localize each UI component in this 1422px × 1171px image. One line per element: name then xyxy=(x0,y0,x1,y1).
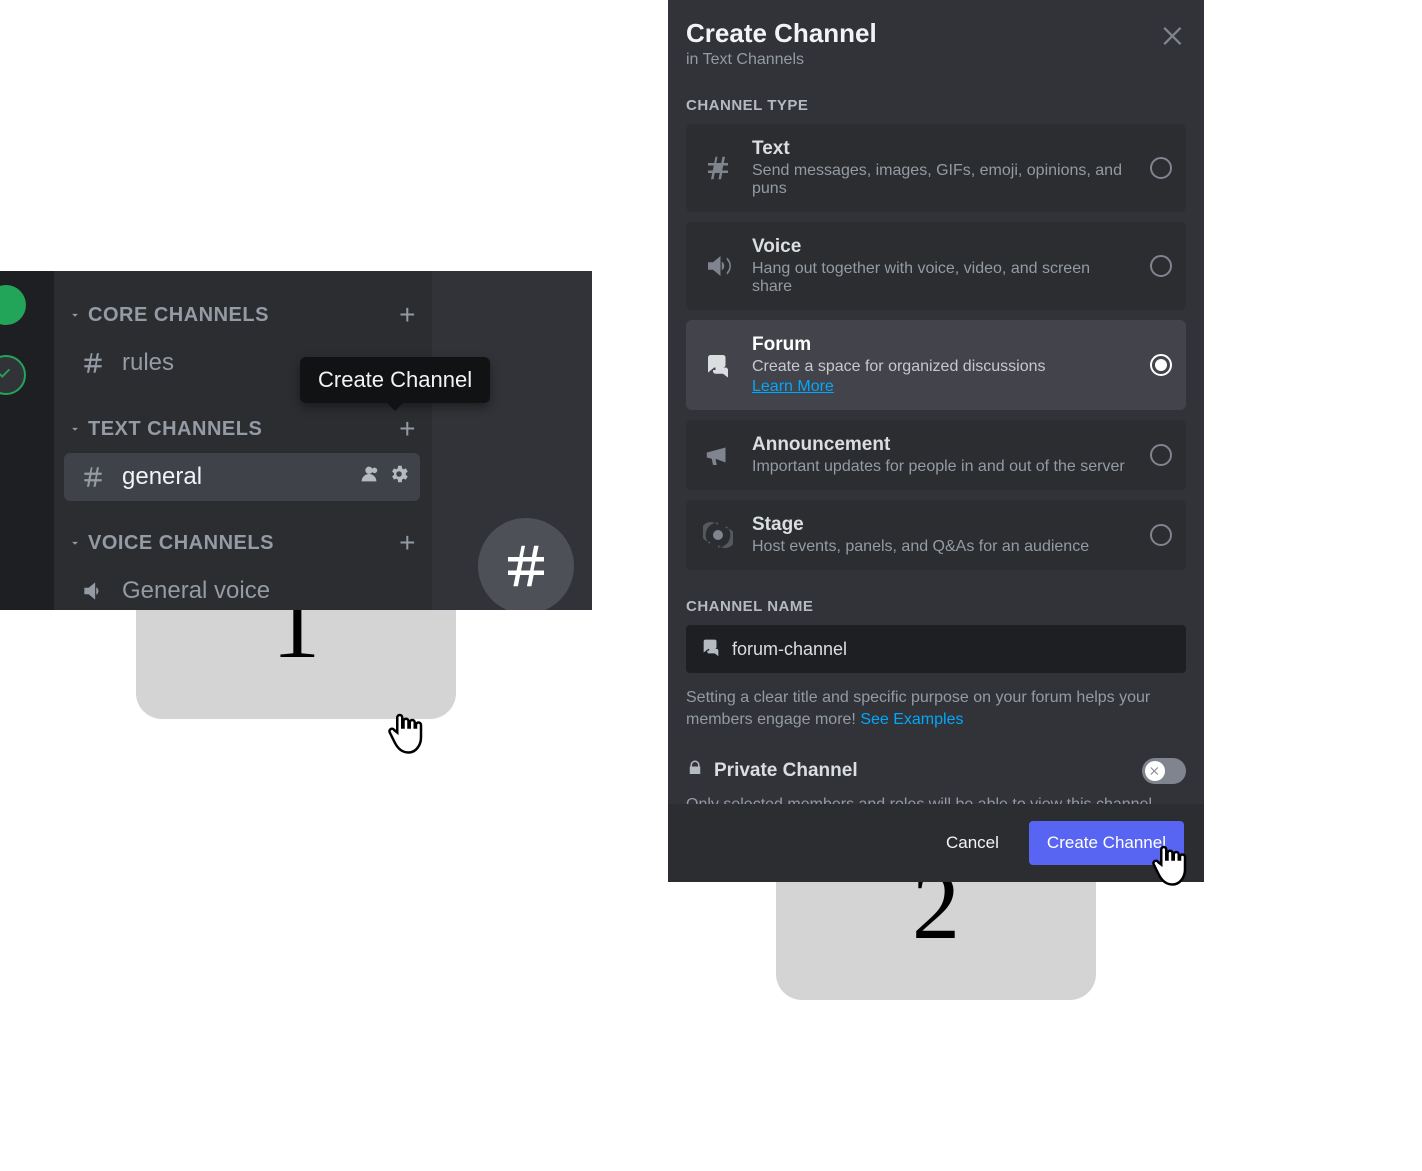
create-channel-modal: Create Channel in Text Channels CHANNEL … xyxy=(668,0,1204,882)
invite-people-icon[interactable] xyxy=(358,463,380,492)
main-content-stub xyxy=(432,271,592,610)
type-desc: Create a space for organized discussions xyxy=(752,358,1134,376)
type-desc: Host events, panels, and Q&As for an aud… xyxy=(752,538,1134,556)
chevron-down-icon xyxy=(68,422,82,436)
see-examples-link[interactable]: See Examples xyxy=(860,711,963,728)
type-title: Text xyxy=(752,138,1134,160)
channel-hero-hash-icon xyxy=(478,518,574,610)
channel-general[interactable]: general xyxy=(64,453,420,501)
channel-actions xyxy=(358,463,410,492)
category-label: TEXT CHANNELS xyxy=(88,418,399,441)
type-desc: Hang out together with voice, video, and… xyxy=(752,260,1134,296)
toggle-knob xyxy=(1145,761,1165,781)
speaker-icon xyxy=(700,251,736,281)
cursor-hand-icon xyxy=(386,710,426,754)
channel-label: General voice xyxy=(122,577,410,605)
category-core[interactable]: CORE CHANNELS + xyxy=(64,291,420,339)
create-channel-button[interactable]: Create Channel xyxy=(1029,821,1184,865)
category-label: CORE CHANNELS xyxy=(88,304,399,327)
add-channel-icon[interactable]: + xyxy=(399,527,416,559)
channel-name-heading: CHANNEL NAME xyxy=(686,598,1186,615)
type-title: Announcement xyxy=(752,434,1134,456)
type-desc: Important updates for people in and out … xyxy=(752,458,1134,476)
hash-icon xyxy=(80,464,108,490)
server-avatar-1[interactable] xyxy=(0,285,26,325)
modal-footer: Cancel Create Channel xyxy=(668,804,1204,882)
hash-icon xyxy=(700,153,736,183)
server-rail xyxy=(0,271,54,610)
type-title: Voice xyxy=(752,236,1134,258)
category-text[interactable]: TEXT CHANNELS + xyxy=(64,405,420,453)
close-icon[interactable] xyxy=(1160,22,1188,50)
channel-label: general xyxy=(122,463,344,491)
channel-type-stage[interactable]: Stage Host events, panels, and Q&As for … xyxy=(686,500,1186,570)
radio-icon xyxy=(1150,354,1172,376)
private-channel-row: Private Channel xyxy=(686,758,1186,784)
create-channel-tooltip: Create Channel xyxy=(300,357,490,403)
lock-icon xyxy=(686,759,704,782)
sidebar-panel: CORE CHANNELS + rules TEXT CHANNELS + ge… xyxy=(0,271,592,610)
megaphone-icon xyxy=(700,440,736,470)
modal-subtitle: in Text Channels xyxy=(686,51,1186,69)
forum-icon xyxy=(700,350,736,380)
cancel-button[interactable]: Cancel xyxy=(946,833,999,853)
server-avatar-2[interactable] xyxy=(0,355,26,395)
channel-name-input[interactable] xyxy=(732,639,1172,660)
channel-type-voice[interactable]: Voice Hang out together with voice, vide… xyxy=(686,222,1186,310)
channel-name-help: Setting a clear title and specific purpo… xyxy=(686,687,1186,732)
radio-icon xyxy=(1150,255,1172,277)
add-channel-icon[interactable]: + xyxy=(399,413,416,445)
forum-icon xyxy=(700,636,722,663)
channel-general-voice[interactable]: General voice xyxy=(64,567,420,610)
channel-list: CORE CHANNELS + rules TEXT CHANNELS + ge… xyxy=(54,271,430,610)
category-voice[interactable]: VOICE CHANNELS + xyxy=(64,519,420,567)
type-title: Forum xyxy=(752,334,1134,356)
radio-icon xyxy=(1150,444,1172,466)
category-label: VOICE CHANNELS xyxy=(88,532,399,555)
channel-type-heading: CHANNEL TYPE xyxy=(686,97,1186,114)
type-desc: Send messages, images, GIFs, emoji, opin… xyxy=(752,162,1134,198)
channel-type-announcement[interactable]: Announcement Important updates for peopl… xyxy=(686,420,1186,490)
chevron-down-icon xyxy=(68,536,82,550)
hash-icon xyxy=(80,350,108,376)
radio-icon xyxy=(1150,524,1172,546)
channel-type-forum[interactable]: Forum Create a space for organized discu… xyxy=(686,320,1186,410)
type-title: Stage xyxy=(752,514,1134,536)
modal-title: Create Channel xyxy=(686,18,1186,49)
add-channel-icon[interactable]: + xyxy=(399,299,416,331)
channel-name-input-wrap[interactable] xyxy=(686,625,1186,673)
private-channel-toggle[interactable] xyxy=(1142,758,1186,784)
learn-more-link[interactable]: Learn More xyxy=(752,378,834,396)
speaker-icon xyxy=(80,578,108,604)
chevron-down-icon xyxy=(68,308,82,322)
channel-type-text[interactable]: Text Send messages, images, GIFs, emoji,… xyxy=(686,124,1186,212)
stage-icon xyxy=(700,520,736,550)
radio-icon xyxy=(1150,157,1172,179)
gear-icon[interactable] xyxy=(388,463,410,492)
private-channel-label: Private Channel xyxy=(714,760,1142,782)
